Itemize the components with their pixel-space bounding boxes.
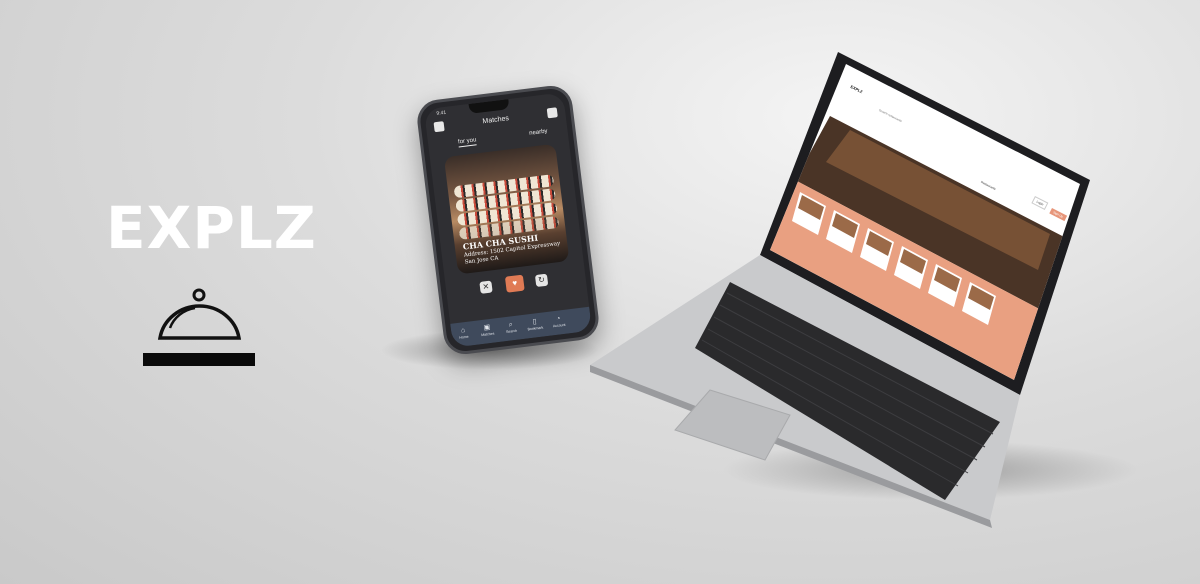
nav-label: Bookmark xyxy=(527,325,544,332)
nav-bookmark[interactable]: ▯ Bookmark xyxy=(524,316,545,331)
nav-account[interactable]: ◔ Account xyxy=(548,313,569,328)
nav-label: Account xyxy=(552,322,566,329)
tab-nearby[interactable]: nearby xyxy=(529,129,548,137)
refresh-icon[interactable]: ↻ xyxy=(534,273,549,288)
nav-label: Search xyxy=(505,328,518,335)
brand-title: EXPLZ xyxy=(106,194,317,262)
nav-label: Matches xyxy=(480,331,495,338)
restaurant-card[interactable]: CHA CHA SUSHI Address: 1502 Capitol Expr… xyxy=(443,143,570,275)
heart-icon[interactable]: ♥ xyxy=(504,274,525,293)
nav-search[interactable]: ⌕ Search xyxy=(500,319,521,334)
phone-mockup: 9:41 Matches for you nearby CHA CHA SUSH… xyxy=(414,83,602,357)
status-time: 9:41 xyxy=(436,109,447,117)
nav-matches[interactable]: ▣ Matches xyxy=(477,322,498,337)
phone-notch xyxy=(468,99,510,114)
laptop-screen: EXPLZ Search restaurants Restaurants Log… xyxy=(590,50,1110,530)
close-icon[interactable]: ✕ xyxy=(479,280,493,294)
nav-label: Home xyxy=(459,334,469,340)
card-actions: ✕ ♥ ↻ xyxy=(465,269,567,301)
tab-for-you[interactable]: for you xyxy=(457,137,477,148)
phone-screen: 9:41 Matches for you nearby CHA CHA SUSH… xyxy=(423,92,593,348)
laptop-mockup: EXPLZ Search restaurants Restaurants Log… xyxy=(590,50,1110,530)
cloche-icon xyxy=(140,286,260,373)
nav-home[interactable]: ⌂ Home xyxy=(453,325,474,340)
chat-icon[interactable] xyxy=(546,107,558,119)
